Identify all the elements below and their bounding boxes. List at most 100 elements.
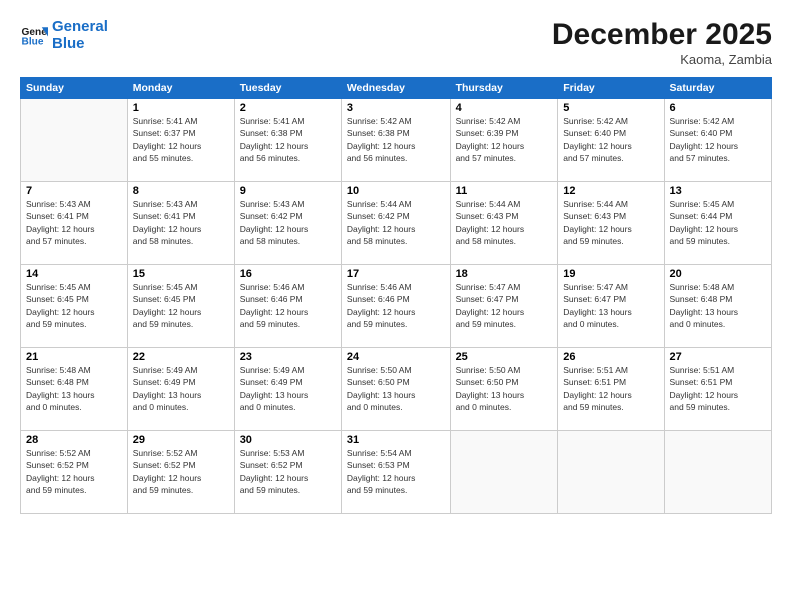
calendar-cell: 16Sunrise: 5:46 AMSunset: 6:46 PMDayligh… (234, 265, 341, 348)
day-number: 23 (240, 351, 336, 363)
cell-info: Sunrise: 5:41 AMSunset: 6:38 PMDaylight:… (240, 115, 336, 164)
day-number: 17 (347, 268, 445, 280)
calendar-week-3: 14 Sunrise: 5:45 AMSunset: 6:45 PMDayligh… (21, 265, 772, 348)
day-number: 1 (133, 102, 229, 114)
day-number: 7 (26, 185, 122, 197)
day-number: 14 (26, 268, 122, 280)
calendar-cell: 11Sunrise: 5:44 AMSunset: 6:43 PMDayligh… (450, 182, 558, 265)
day-number: 10 (347, 185, 445, 197)
calendar-cell: 15Sunrise: 5:45 AMSunset: 6:45 PMDayligh… (127, 265, 234, 348)
day-number: 28 (26, 434, 122, 446)
cell-info: Sunrise: 5:51 AMSunset: 6:51 PMDaylight:… (670, 364, 766, 413)
calendar-cell: 7Sunrise: 5:43 AMSunset: 6:41 PMDaylight… (21, 182, 128, 265)
calendar-cell: 26Sunrise: 5:51 AMSunset: 6:51 PMDayligh… (558, 348, 664, 431)
calendar-header-row: SundayMondayTuesdayWednesdayThursdayFrid… (21, 78, 772, 99)
day-number: 21 (26, 351, 122, 363)
col-header-thursday: Thursday (450, 78, 558, 99)
day-number: 8 (133, 185, 229, 197)
cell-info: Sunrise: 5:42 AMSunset: 6:40 PMDaylight:… (563, 115, 658, 164)
cell-info: Sunrise: 5:50 AMSunset: 6:50 PMDaylight:… (347, 364, 445, 413)
col-header-friday: Friday (558, 78, 664, 99)
calendar-cell: 3Sunrise: 5:42 AMSunset: 6:38 PMDaylight… (341, 99, 450, 182)
calendar-cell: 29Sunrise: 5:52 AMSunset: 6:52 PMDayligh… (127, 431, 234, 514)
day-number: 11 (456, 185, 553, 197)
cell-info: Sunrise: 5:47 AMSunset: 6:47 PMDaylight:… (456, 281, 553, 330)
svg-text:Blue: Blue (22, 37, 44, 48)
cell-info: Sunrise: 5:46 AMSunset: 6:46 PMDaylight:… (347, 281, 445, 330)
header: General Blue GeneralBlue December 2025 K… (20, 18, 772, 67)
day-number: 12 (563, 185, 658, 197)
calendar-cell: 22Sunrise: 5:49 AMSunset: 6:49 PMDayligh… (127, 348, 234, 431)
col-header-wednesday: Wednesday (341, 78, 450, 99)
calendar-cell: 13Sunrise: 5:45 AMSunset: 6:44 PMDayligh… (664, 182, 771, 265)
calendar-cell (21, 99, 128, 182)
calendar-cell: 1Sunrise: 5:41 AMSunset: 6:37 PMDaylight… (127, 99, 234, 182)
calendar-cell: 23Sunrise: 5:49 AMSunset: 6:49 PMDayligh… (234, 348, 341, 431)
cell-info: Sunrise: 5:42 AMSunset: 6:39 PMDaylight:… (456, 115, 553, 164)
calendar-cell (450, 431, 558, 514)
day-number: 29 (133, 434, 229, 446)
day-number: 30 (240, 434, 336, 446)
calendar-cell: 17Sunrise: 5:46 AMSunset: 6:46 PMDayligh… (341, 265, 450, 348)
cell-info: Sunrise: 5:45 AMSunset: 6:45 PMDaylight:… (133, 281, 229, 330)
calendar-cell: 8Sunrise: 5:43 AMSunset: 6:41 PMDaylight… (127, 182, 234, 265)
calendar-cell: 30Sunrise: 5:53 AMSunset: 6:52 PMDayligh… (234, 431, 341, 514)
logo-text: GeneralBlue (52, 18, 108, 53)
calendar-cell: 21Sunrise: 5:48 AMSunset: 6:48 PMDayligh… (21, 348, 128, 431)
cell-info: Sunrise: 5:43 AMSunset: 6:41 PMDaylight:… (133, 198, 229, 247)
month-title: December 2025 (552, 18, 772, 52)
day-number: 26 (563, 351, 658, 363)
cell-info: Sunrise: 5:46 AMSunset: 6:46 PMDaylight:… (240, 281, 336, 330)
calendar-page: General Blue GeneralBlue December 2025 K… (0, 0, 792, 612)
cell-info: Sunrise: 5:48 AMSunset: 6:48 PMDaylight:… (26, 364, 122, 413)
day-number: 25 (456, 351, 553, 363)
cell-info: Sunrise: 5:43 AMSunset: 6:41 PMDaylight:… (26, 198, 122, 247)
calendar-cell: 20Sunrise: 5:48 AMSunset: 6:48 PMDayligh… (664, 265, 771, 348)
calendar-cell: 31Sunrise: 5:54 AMSunset: 6:53 PMDayligh… (341, 431, 450, 514)
cell-info: Sunrise: 5:44 AMSunset: 6:43 PMDaylight:… (563, 198, 658, 247)
cell-info: Sunrise: 5:47 AMSunset: 6:47 PMDaylight:… (563, 281, 658, 330)
calendar-cell: 24Sunrise: 5:50 AMSunset: 6:50 PMDayligh… (341, 348, 450, 431)
col-header-tuesday: Tuesday (234, 78, 341, 99)
cell-info: Sunrise: 5:43 AMSunset: 6:42 PMDaylight:… (240, 198, 336, 247)
day-number: 2 (240, 102, 336, 114)
cell-info: Sunrise: 5:44 AMSunset: 6:42 PMDaylight:… (347, 198, 445, 247)
day-number: 19 (563, 268, 658, 280)
day-number: 18 (456, 268, 553, 280)
cell-info: Sunrise: 5:51 AMSunset: 6:51 PMDaylight:… (563, 364, 658, 413)
cell-info: Sunrise: 5:52 AMSunset: 6:52 PMDaylight:… (26, 447, 122, 496)
calendar-cell: 5Sunrise: 5:42 AMSunset: 6:40 PMDaylight… (558, 99, 664, 182)
cell-info: Sunrise: 5:42 AMSunset: 6:38 PMDaylight:… (347, 115, 445, 164)
day-number: 5 (563, 102, 658, 114)
day-number: 20 (670, 268, 766, 280)
day-number: 6 (670, 102, 766, 114)
cell-info: Sunrise: 5:41 AMSunset: 6:37 PMDaylight:… (133, 115, 229, 164)
calendar-cell: 27Sunrise: 5:51 AMSunset: 6:51 PMDayligh… (664, 348, 771, 431)
day-number: 24 (347, 351, 445, 363)
calendar-cell: 10Sunrise: 5:44 AMSunset: 6:42 PMDayligh… (341, 182, 450, 265)
day-number: 13 (670, 185, 766, 197)
calendar-cell: 14Sunrise: 5:45 AMSunset: 6:45 PMDayligh… (21, 265, 128, 348)
cell-info: Sunrise: 5:53 AMSunset: 6:52 PMDaylight:… (240, 447, 336, 496)
calendar-cell: 19Sunrise: 5:47 AMSunset: 6:47 PMDayligh… (558, 265, 664, 348)
cell-info: Sunrise: 5:48 AMSunset: 6:48 PMDaylight:… (670, 281, 766, 330)
calendar-table: SundayMondayTuesdayWednesdayThursdayFrid… (20, 77, 772, 514)
logo-icon: General Blue (20, 21, 48, 49)
calendar-cell: 6Sunrise: 5:42 AMSunset: 6:40 PMDaylight… (664, 99, 771, 182)
day-number: 22 (133, 351, 229, 363)
calendar-week-2: 7Sunrise: 5:43 AMSunset: 6:41 PMDaylight… (21, 182, 772, 265)
day-number: 16 (240, 268, 336, 280)
calendar-cell: 12Sunrise: 5:44 AMSunset: 6:43 PMDayligh… (558, 182, 664, 265)
day-number: 4 (456, 102, 553, 114)
cell-info: Sunrise: 5:49 AMSunset: 6:49 PMDaylight:… (240, 364, 336, 413)
logo: General Blue GeneralBlue (20, 18, 108, 53)
calendar-week-1: 1Sunrise: 5:41 AMSunset: 6:37 PMDaylight… (21, 99, 772, 182)
cell-info: Sunrise: 5:42 AMSunset: 6:40 PMDaylight:… (670, 115, 766, 164)
location-subtitle: Kaoma, Zambia (552, 52, 772, 67)
calendar-cell: 28Sunrise: 5:52 AMSunset: 6:52 PMDayligh… (21, 431, 128, 514)
calendar-week-5: 28Sunrise: 5:52 AMSunset: 6:52 PMDayligh… (21, 431, 772, 514)
title-block: December 2025 Kaoma, Zambia (552, 18, 772, 67)
col-header-saturday: Saturday (664, 78, 771, 99)
col-header-monday: Monday (127, 78, 234, 99)
day-number: 27 (670, 351, 766, 363)
